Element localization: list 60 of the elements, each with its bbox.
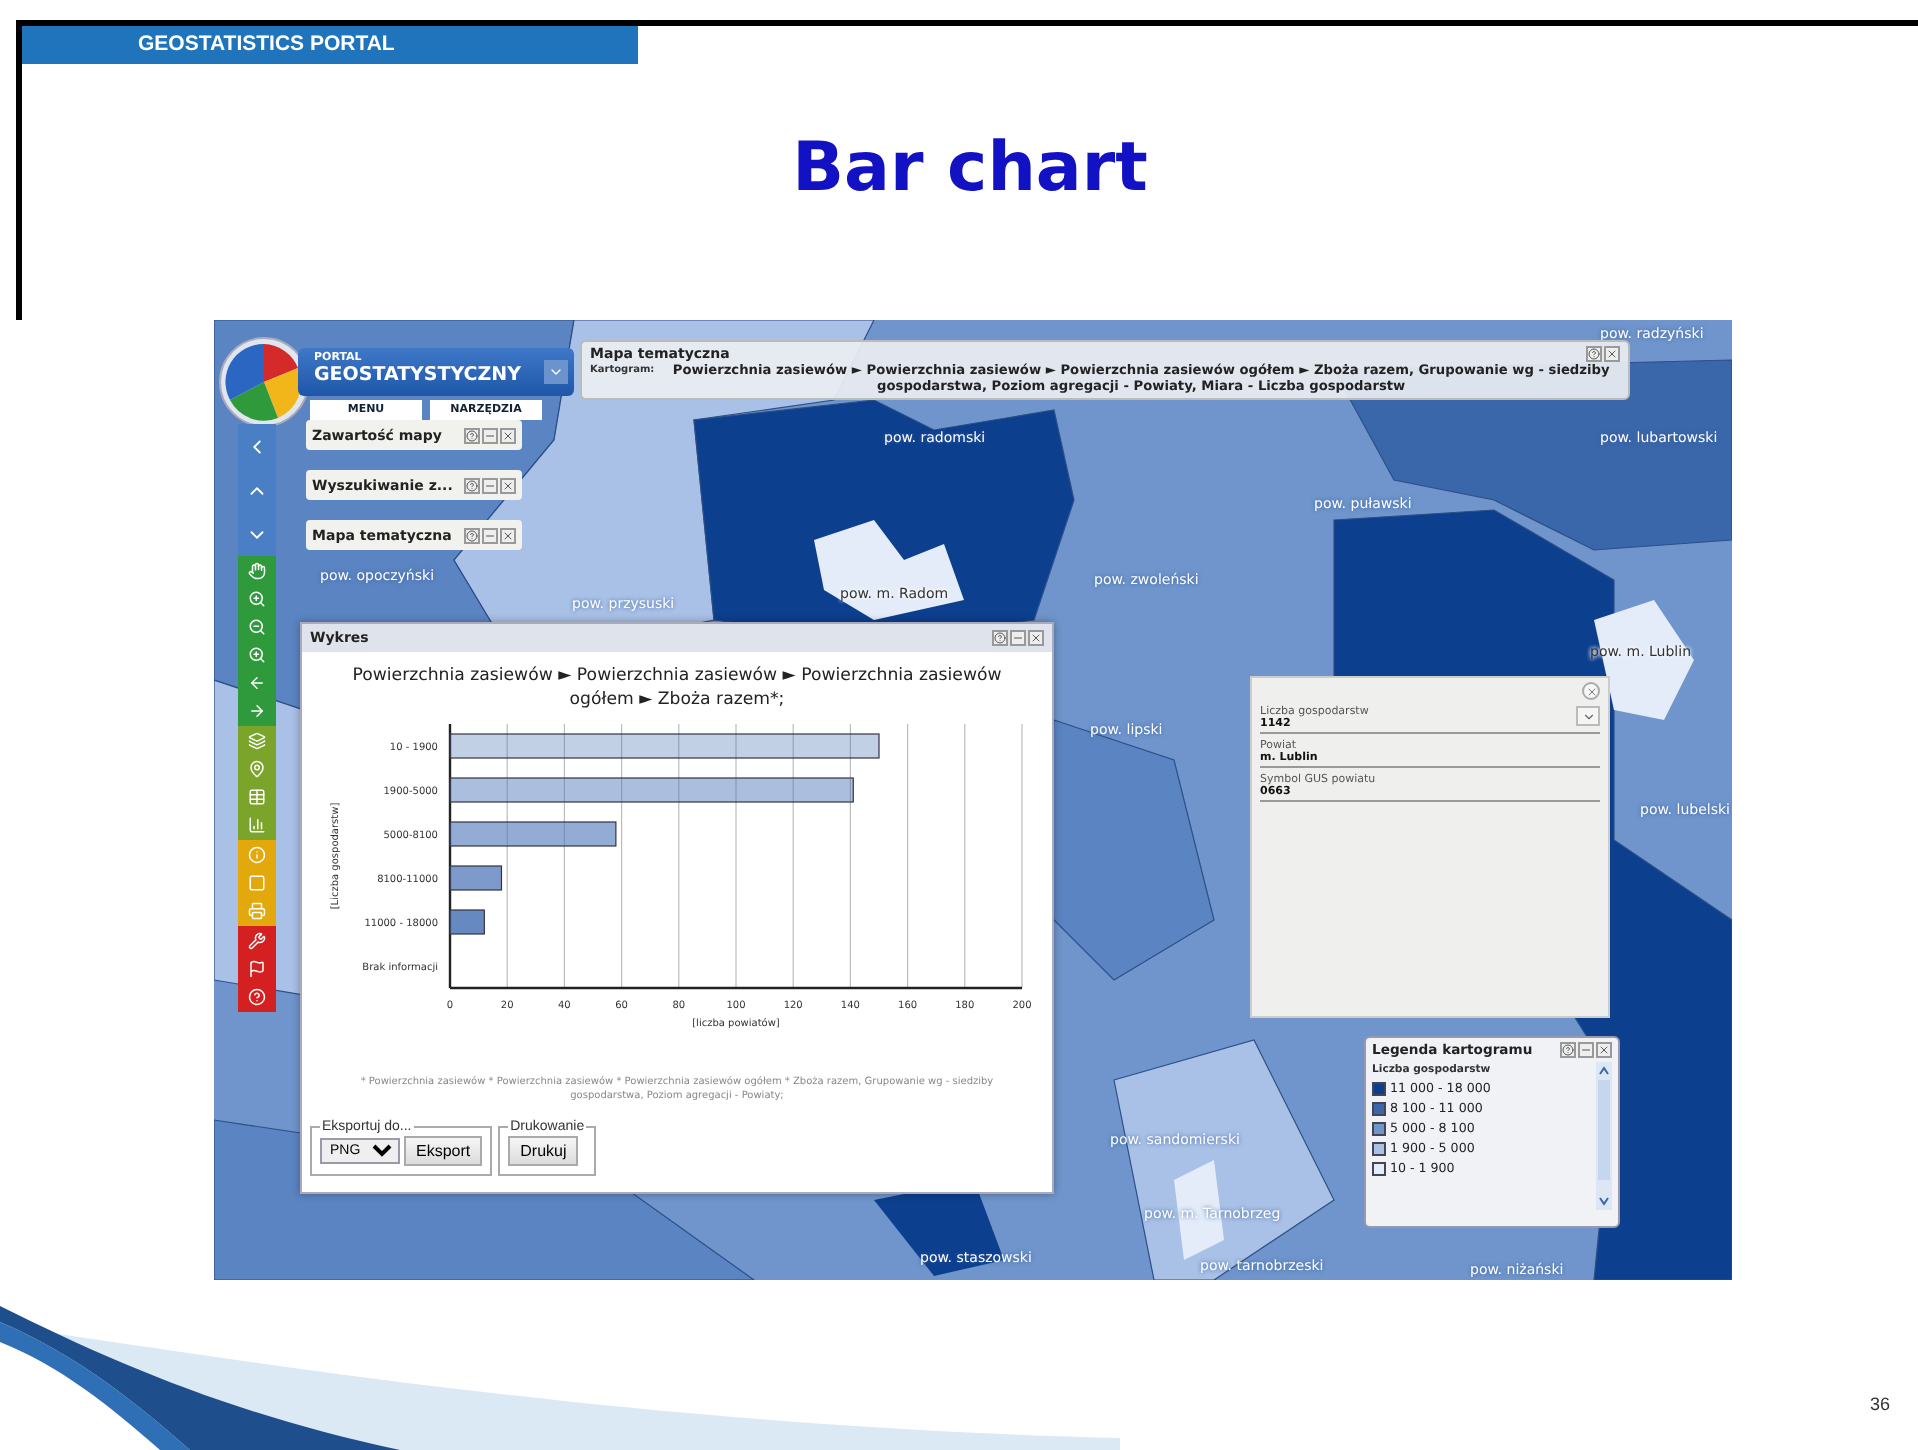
close-button[interactable]: [1028, 630, 1044, 646]
minimize-icon: [1580, 1044, 1592, 1056]
close-button[interactable]: [500, 477, 516, 493]
close-button[interactable]: [500, 527, 516, 543]
bar: [448, 909, 484, 935]
dropdown-button[interactable]: [544, 360, 568, 384]
help-icon: [1588, 348, 1600, 360]
help-icon[interactable]: [248, 988, 266, 1006]
close-button[interactable]: [1582, 682, 1600, 700]
close-icon: [502, 479, 514, 491]
square-icon[interactable]: [248, 874, 266, 892]
chevron-down-icon: [548, 364, 564, 380]
flag-icon[interactable]: [248, 960, 266, 978]
help-button[interactable]: [1560, 1042, 1576, 1058]
close-icon: [1030, 632, 1042, 644]
bar: [448, 865, 502, 891]
info-icon[interactable]: [248, 846, 266, 864]
pin-icon[interactable]: [248, 760, 266, 778]
close-icon: [1598, 1044, 1610, 1056]
scrollbar[interactable]: [1596, 1062, 1612, 1210]
export-button[interactable]: Eksport: [404, 1136, 483, 1167]
help-icon: [466, 479, 478, 491]
hand-icon[interactable]: [248, 562, 266, 580]
table-icon[interactable]: [248, 788, 266, 806]
help-button[interactable]: [464, 427, 480, 443]
print-button[interactable]: Drukuj: [508, 1136, 579, 1167]
chevron-down-icon: [1581, 709, 1595, 723]
arrow-left-icon[interactable]: [248, 674, 266, 692]
minimize-icon: [484, 479, 496, 491]
help-button[interactable]: [1586, 346, 1602, 362]
bar-chart-icon[interactable]: [248, 816, 266, 834]
minimize-icon: [484, 529, 496, 541]
wrench-icon[interactable]: [248, 932, 266, 950]
help-icon: [466, 529, 478, 541]
brand-name: GEOSTATYSTYCZNY: [314, 364, 521, 386]
layers-icon[interactable]: [248, 732, 266, 750]
slide-title: Bar chart: [790, 128, 1150, 208]
minimize-icon: [1012, 632, 1024, 644]
help-button[interactable]: [464, 477, 480, 493]
close-icon: [1606, 348, 1618, 360]
close-icon: [502, 429, 514, 441]
help-button[interactable]: [464, 527, 480, 543]
close-button[interactable]: [1596, 1042, 1612, 1058]
help-icon: [994, 632, 1006, 644]
zoom-out-icon[interactable]: [248, 618, 266, 636]
close-icon: [502, 529, 514, 541]
printer-icon[interactable]: [248, 902, 266, 920]
arrow-right-icon[interactable]: [248, 702, 266, 720]
help-icon: [466, 429, 478, 441]
zoom-in-icon[interactable]: [248, 646, 266, 664]
page-number: 36: [1869, 1394, 1890, 1414]
zoom-in-icon[interactable]: [248, 590, 266, 608]
minimize-icon: [484, 429, 496, 441]
close-button[interactable]: [500, 427, 516, 443]
help-button[interactable]: [992, 630, 1008, 646]
close-button[interactable]: [1604, 346, 1620, 362]
chart-title: Powierzchnia zasiewów ► Powierzchnia zasiewów ► Powierzchnia zasiewów ogółem ► Zboża razem*;: [350, 664, 1004, 713]
help-icon: [1562, 1044, 1574, 1056]
expand-button[interactable]: [1576, 706, 1600, 726]
close-icon: [1585, 685, 1597, 697]
